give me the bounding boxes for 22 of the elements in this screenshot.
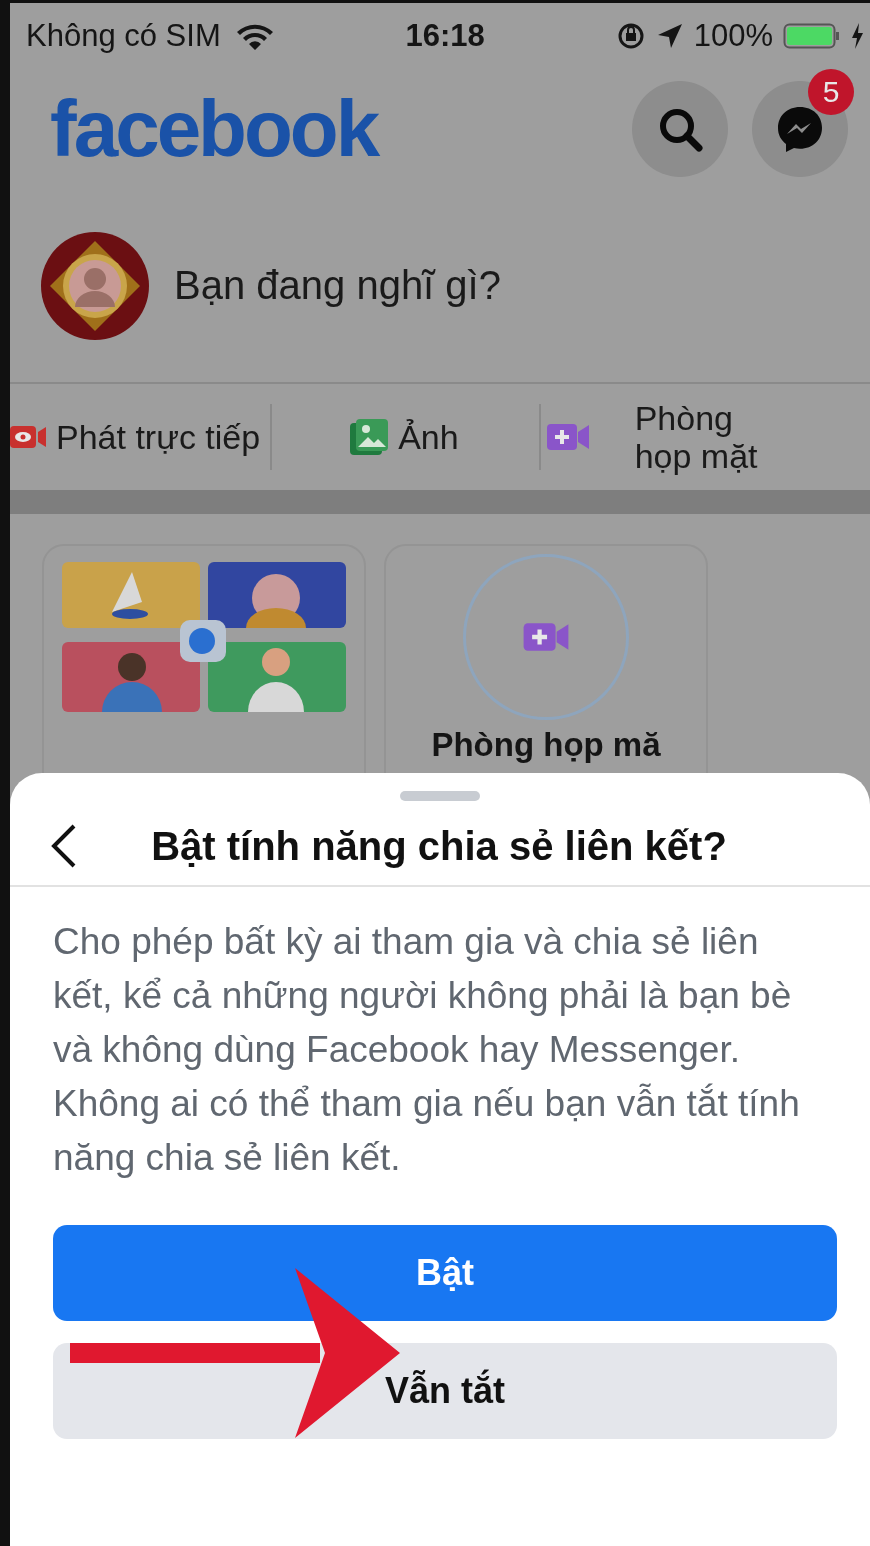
search-icon [657,106,703,152]
notification-badge: 5 [808,69,854,115]
battery-icon [783,23,840,49]
battery-percent: 100% [693,18,773,54]
charging-bolt-icon [850,23,864,49]
action-label[interactable]: Phòng họp mặt [634,399,785,475]
clock-time: 16:18 [404,18,486,54]
carrier-label: Không có SIM [26,18,221,54]
action-label[interactable]: Phát trực tiếp [56,417,261,457]
action-label[interactable]: Ảnh [398,417,459,457]
card-title: Phòng họp mă [431,726,661,764]
back-button[interactable] [50,824,78,868]
status-prompt[interactable]: Bạn đang nghĩ gì? [174,263,501,308]
sheet-description: Cho phép bất kỳ ai tham gia và chia sẻ liên kết, kể cả những người không phải là bạn bè và không dùng Facebook hay Messenger. Không ai có thể tham gia nếu bạn vẫn tắt tính năng chia sẻ liên kết. [52,920,801,1180]
video-plus-icon [523,621,569,653]
sheet-title: Bật tính năng chia sẻ liên kết? [150,823,728,869]
facebook-logo: facebook [50,83,380,175]
photo-icon [350,417,391,457]
video-plus-icon [546,422,589,452]
turn-on-button[interactable]: Bật [53,1225,837,1321]
messenger-icon [775,104,825,154]
drag-handle[interactable] [400,791,480,801]
